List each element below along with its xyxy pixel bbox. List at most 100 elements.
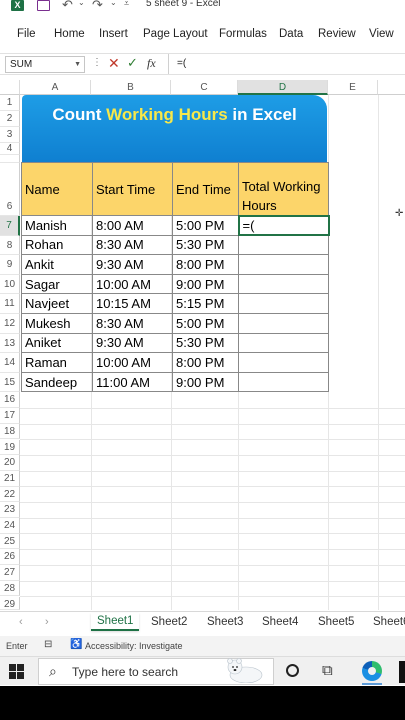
cell-start-time[interactable]: 8:30 AM [92, 312, 173, 334]
cell-end-time[interactable]: 5:30 PM [172, 234, 239, 256]
cell-name[interactable]: Rohan [21, 234, 93, 256]
row-header[interactable]: 22 [0, 486, 20, 503]
cell-total[interactable] [238, 234, 329, 256]
redo-dropdown-icon[interactable]: ⌄ [110, 0, 117, 7]
cell-name[interactable]: Sagar [21, 273, 93, 295]
prev-sheet-icon[interactable]: ‹ [19, 616, 23, 628]
cell-end-time[interactable]: 8:00 PM [172, 352, 239, 373]
row-header[interactable]: 27 [0, 565, 20, 581]
row-header[interactable]: 18 [0, 423, 20, 440]
row-header[interactable]: 3 [0, 127, 20, 143]
tab-review[interactable]: Review [318, 28, 356, 40]
cell-total[interactable] [238, 352, 329, 373]
column-header-a[interactable]: A [20, 80, 91, 95]
row-header[interactable]: 24 [0, 518, 20, 534]
enter-check-icon[interactable]: ✓ [127, 55, 138, 71]
save-icon[interactable] [37, 0, 50, 11]
row-header[interactable]: 26 [0, 549, 20, 566]
row-header[interactable]: 23 [0, 502, 20, 518]
column-header-c[interactable]: C [171, 80, 238, 95]
sheet-tab[interactable]: Sheet2 [151, 616, 187, 628]
cell-name[interactable]: Ankit [21, 254, 93, 275]
cell-name[interactable]: Manish [21, 215, 93, 236]
cell-start-time[interactable]: 8:00 AM [92, 215, 173, 236]
row-header[interactable]: 14 [0, 353, 20, 373]
tab-page-layout[interactable]: Page Layout [143, 28, 208, 40]
row-header[interactable]: 15 [0, 372, 20, 393]
row-header[interactable]: 21 [0, 470, 20, 487]
cell-total[interactable] [238, 273, 329, 295]
cell-end-time[interactable]: 9:00 PM [172, 273, 239, 295]
more-icon[interactable]: ⋮ [92, 57, 102, 68]
cell-start-time[interactable]: 10:00 AM [92, 273, 173, 295]
row-header[interactable]: 17 [0, 408, 20, 424]
chevron-down-icon[interactable]: ▼ [74, 57, 81, 72]
header-name[interactable]: Name [21, 162, 93, 216]
row-header[interactable]: 13 [0, 333, 20, 354]
cell-name[interactable]: Mukesh [21, 312, 93, 334]
cell-total[interactable] [238, 293, 329, 314]
cell-name[interactable]: Sandeep [21, 371, 93, 393]
row-header[interactable]: 29 [0, 596, 20, 610]
column-header-e[interactable]: E [328, 80, 378, 95]
header-start-time[interactable]: Start Time [92, 162, 173, 216]
row-header[interactable]: 6 [0, 163, 20, 216]
tab-home[interactable]: Home [54, 28, 85, 40]
cell-name[interactable]: Navjeet [21, 293, 93, 314]
cell-start-time[interactable]: 11:00 AM [92, 371, 173, 393]
row-header[interactable]: 7 [0, 216, 20, 236]
row-header[interactable]: 19 [0, 439, 20, 456]
app-icon[interactable] [399, 661, 405, 683]
row-header[interactable]: 11 [0, 294, 20, 314]
sheet-tab[interactable]: Sheet1 [91, 613, 140, 631]
cell-end-time[interactable]: 9:00 PM [172, 371, 239, 393]
row-header[interactable]: 1 [0, 95, 20, 111]
select-all-corner[interactable] [0, 80, 20, 95]
task-view-icon[interactable]: ⧉ [322, 662, 333, 679]
cell-end-time[interactable]: 5:15 PM [172, 293, 239, 314]
header-end-time[interactable]: End Time [172, 162, 239, 216]
sheet-tab[interactable]: Sheet5 [318, 616, 354, 628]
row-header[interactable]: 8 [0, 235, 20, 256]
row-header[interactable]: 28 [0, 580, 20, 597]
accessibility-status[interactable]: Accessibility: Investigate [85, 641, 183, 651]
cell-start-time[interactable]: 10:15 AM [92, 293, 173, 314]
cell-end-time[interactable]: 5:00 PM [172, 312, 239, 334]
undo-dropdown-icon[interactable]: ⌄ [78, 0, 85, 7]
cell-end-time[interactable]: 5:00 PM [172, 215, 239, 236]
insert-function-icon[interactable]: fx [147, 56, 156, 71]
cell-total[interactable] [238, 254, 329, 275]
row-header[interactable]: 10 [0, 274, 20, 295]
name-box[interactable]: SUM ▼ [5, 56, 85, 73]
tab-formulas[interactable]: Formulas [219, 28, 267, 40]
row-header[interactable]: 20 [0, 455, 20, 471]
cell-end-time[interactable]: 5:30 PM [172, 332, 239, 354]
cell-end-time[interactable]: 8:00 PM [172, 254, 239, 275]
cell-name[interactable]: Raman [21, 352, 93, 373]
redo-icon[interactable]: ↷ [92, 0, 103, 13]
row-header[interactable]: 25 [0, 533, 20, 550]
accessibility-icon[interactable]: ♿ [70, 639, 82, 650]
cortana-icon[interactable] [286, 664, 299, 677]
column-header-f[interactable] [378, 80, 405, 95]
row-header[interactable]: 16 [0, 392, 20, 409]
cell-total[interactable] [238, 312, 329, 334]
sheet-tab[interactable]: Sheet4 [262, 616, 298, 628]
active-cell-total[interactable]: =( [237, 214, 330, 237]
row-header[interactable]: 4 [0, 143, 20, 155]
edge-browser-icon[interactable] [362, 661, 382, 681]
cell-start-time[interactable]: 8:30 AM [92, 234, 173, 256]
column-header-b[interactable]: B [91, 80, 171, 95]
tab-file[interactable]: File [17, 28, 36, 40]
sheet-tab[interactable]: Sheet3 [207, 616, 243, 628]
cell-start-time[interactable]: 10:00 AM [92, 352, 173, 373]
sheet-tab[interactable]: Sheet6 [373, 616, 405, 628]
row-header[interactable]: 2 [0, 111, 20, 127]
tab-insert[interactable]: Insert [99, 28, 128, 40]
cancel-icon[interactable]: ✕ [108, 55, 120, 72]
undo-icon[interactable]: ↶ [62, 0, 73, 13]
formula-input[interactable]: =( [168, 54, 405, 74]
next-sheet-icon[interactable]: › [45, 616, 49, 628]
cell-total[interactable] [238, 332, 329, 354]
row-header[interactable]: 9 [0, 255, 20, 275]
